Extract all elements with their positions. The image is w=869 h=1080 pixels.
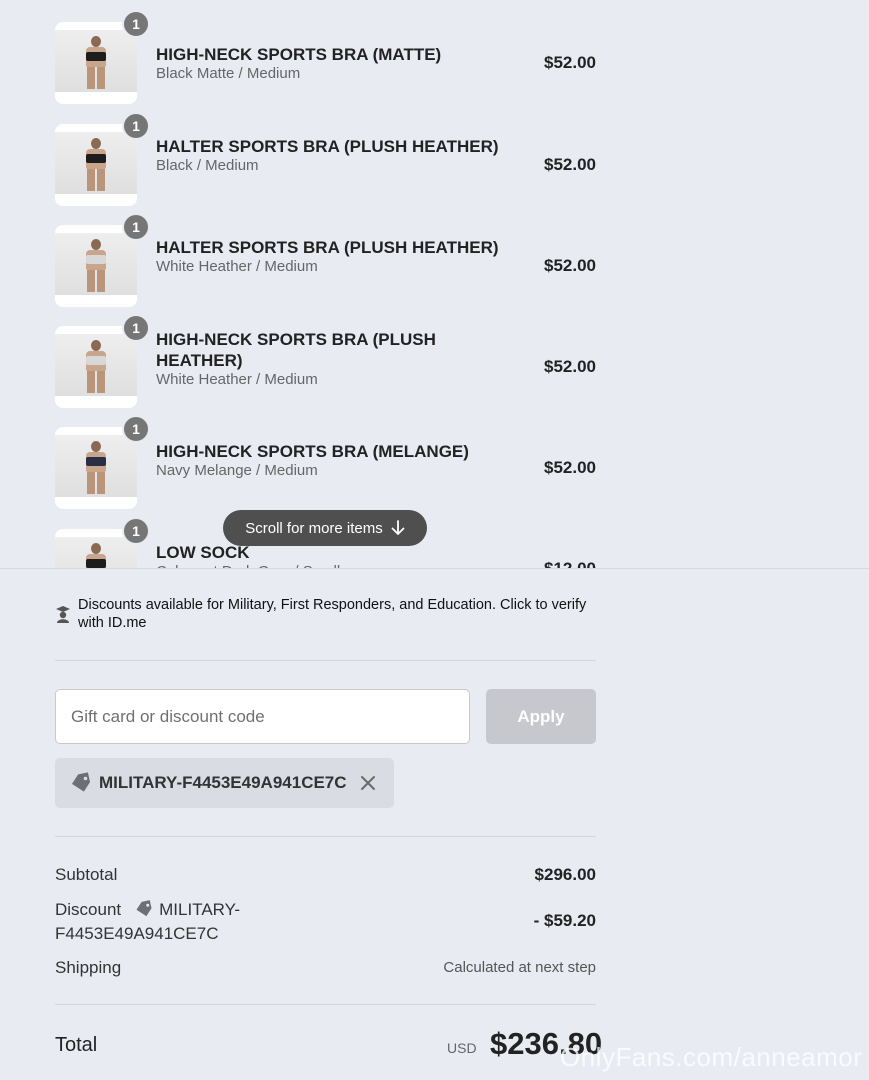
list-divider <box>0 568 869 569</box>
product-variant: White Heather / Medium <box>156 371 318 388</box>
idme-discount-link[interactable]: Discounts available for Military, First … <box>55 596 595 632</box>
product-price: $52.00 <box>544 357 596 376</box>
product-price: $52.00 <box>544 53 596 72</box>
apply-button[interactable]: Apply <box>486 689 596 744</box>
product-name: HIGH-NECK SPORTS BRA (MELANGE) <box>156 442 469 461</box>
list-item: 1 HIGH-NECK SPORTS BRA (PLUSH HEATHER) W… <box>55 314 596 408</box>
list-item: 1 HIGH-NECK SPORTS BRA (MELANGE) Navy Me… <box>55 415 596 509</box>
scroll-for-more-button[interactable]: Scroll for more items <box>223 510 427 546</box>
cart-item-list[interactable]: 1 HIGH-NECK SPORTS BRA (MATTE) Black Mat… <box>0 0 869 569</box>
product-name: HALTER SPORTS BRA (PLUSH HEATHER) <box>156 137 499 156</box>
section-divider <box>55 836 596 837</box>
list-item: 1 HALTER SPORTS BRA (PLUSH HEATHER) Whit… <box>55 213 596 307</box>
product-name: HIGH-NECK SPORTS BRA (PLUSH HEATHER) <box>156 330 436 370</box>
product-variant: White Heather / Medium <box>156 258 318 275</box>
total-label: Total <box>55 1034 98 1056</box>
shipping-label: Shipping <box>55 958 122 977</box>
quantity-badge: 1 <box>122 112 150 140</box>
product-variant: Black Matte / Medium <box>156 65 301 82</box>
product-price: $52.00 <box>544 458 596 477</box>
arrow-down-icon <box>391 520 405 535</box>
discount-code-part1: MILITARY- <box>159 900 241 919</box>
product-price: $52.00 <box>544 256 596 275</box>
discount-note-text: Discounts available for Military, First … <box>78 597 587 631</box>
product-price: $52.00 <box>544 155 596 174</box>
product-thumbnail <box>55 225 137 307</box>
section-divider <box>55 660 596 661</box>
discount-code-part2: F4453E49A941CE7C <box>55 924 219 943</box>
list-item: 1 HALTER SPORTS BRA (PLUSH HEATHER) Blac… <box>55 112 596 206</box>
product-variant: Black / Medium <box>156 157 259 174</box>
list-item: 1 HIGH-NECK SPORTS BRA (MATTE) Black Mat… <box>55 10 596 104</box>
section-divider <box>55 1004 596 1005</box>
quantity-badge: 1 <box>122 517 150 545</box>
quantity-badge: 1 <box>122 314 150 342</box>
discount-label: Discount <box>55 900 122 919</box>
tag-icon <box>136 900 152 917</box>
watermark: OnlyFans.com/anneamor <box>560 1042 863 1072</box>
subtotal-value: $296.00 <box>534 865 596 884</box>
quantity-badge: 1 <box>122 415 150 443</box>
quantity-badge: 1 <box>122 213 150 241</box>
discount-code-input[interactable] <box>55 689 470 744</box>
discount-row-label: Discount MILITARY- F4453E49A941CE7C <box>55 898 285 946</box>
discount-value: - $59.20 <box>533 911 596 930</box>
product-name: HALTER SPORTS BRA (PLUSH HEATHER) <box>156 238 499 257</box>
product-variant: Navy Melange / Medium <box>156 462 318 479</box>
tag-icon <box>71 772 91 792</box>
close-icon[interactable] <box>359 774 377 792</box>
product-thumbnail <box>55 124 137 206</box>
scroll-hint-label: Scroll for more items <box>245 519 383 537</box>
product-name: HIGH-NECK SPORTS BRA (MATTE) <box>156 45 442 64</box>
graduation-cap-icon <box>56 606 70 623</box>
currency-code: USD <box>447 1040 477 1056</box>
product-thumbnail <box>55 427 137 509</box>
product-thumbnail <box>55 326 137 408</box>
quantity-badge: 1 <box>122 10 150 38</box>
product-thumbnail <box>55 22 137 104</box>
applied-discount-chip: MILITARY-F4453E49A941CE7C <box>55 758 394 808</box>
subtotal-label: Subtotal <box>55 865 118 884</box>
shipping-value: Calculated at next step <box>443 959 596 976</box>
applied-code-label: MILITARY-F4453E49A941CE7C <box>99 773 347 792</box>
